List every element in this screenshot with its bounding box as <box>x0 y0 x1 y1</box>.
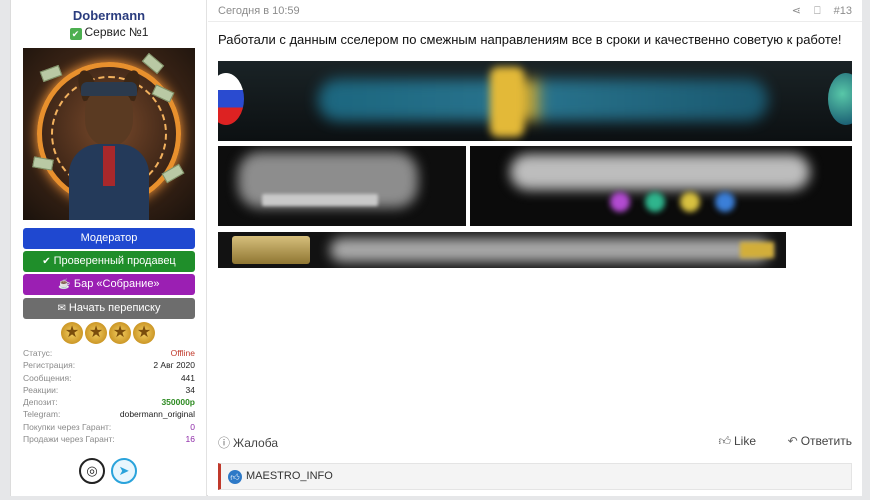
stat-key: Депозит: <box>23 397 58 408</box>
avatar-head <box>85 88 133 146</box>
social-links: ◎ ➤ <box>79 458 143 484</box>
check-icon: ✔ <box>42 256 51 267</box>
signature-banner[interactable] <box>218 146 466 226</box>
moderator-label: Модератор <box>80 232 138 244</box>
report-button[interactable]: ⓘ Жалоба <box>218 434 278 451</box>
user-title: ✔ Сервис №1 <box>11 25 207 40</box>
avatar[interactable] <box>23 48 195 220</box>
stat-key: Telegram: <box>23 409 61 420</box>
banner-blur <box>330 238 770 262</box>
thumbs-up-icon: 👍︎ <box>718 434 731 448</box>
avatar-bill <box>32 156 54 171</box>
stat-key: Статус: <box>23 348 53 358</box>
stat-value: 350000р <box>161 397 195 408</box>
stat-purchases: Покупки через Гарант: 0 <box>23 421 195 433</box>
stat-value: 441 <box>180 372 195 383</box>
banner-figure <box>490 67 524 137</box>
banner-plate <box>232 236 310 264</box>
checkmark-icon: ✔ <box>69 28 82 40</box>
user-title-text: Сервис №1 <box>84 25 149 39</box>
banner-dot <box>680 192 700 212</box>
bar-label: Бар «Собрание» <box>73 278 160 290</box>
bookmark-icon[interactable]: ⎕ <box>814 5 821 17</box>
user-panel: Dobermann ✔ Сервис №1 Модератор ✔ Проверен… <box>11 0 207 496</box>
banner-dot <box>645 192 665 212</box>
stat-key: Покупки через Гарант: <box>23 421 112 432</box>
fingerprint-icon[interactable]: ◎ <box>79 458 105 484</box>
like-reaction-icon: 👍︎ <box>228 470 242 484</box>
stat-value: 0 <box>190 421 195 432</box>
username-link[interactable]: Dobermann <box>11 8 207 23</box>
reaction-user[interactable]: MAESTRO_INFO <box>246 470 333 482</box>
reply-label: Ответить <box>800 434 852 448</box>
post-date[interactable]: Сегодня в 10:59 <box>218 5 300 17</box>
rating-stars: ★ ★ ★ ★ <box>61 322 161 344</box>
verified-label: Проверенный продавец <box>53 255 176 267</box>
reactions-bar: 👍︎ MAESTRO_INFO <box>218 463 852 490</box>
signature-banner[interactable] <box>470 146 852 226</box>
user-stats: Статус: Offline Регистрация: 2 Авг 2020 Со… <box>23 347 195 445</box>
stat-value: 34 <box>185 384 195 395</box>
stat-registration: Регистрация: 2 Авг 2020 <box>23 359 195 371</box>
globe-icon <box>828 73 852 125</box>
stat-key: Продажи через Гарант: <box>23 434 115 445</box>
envelope-icon: ✉ <box>57 303 66 314</box>
banner-dot <box>715 192 735 212</box>
moderator-badge[interactable]: Модератор <box>23 228 195 249</box>
start-conversation-button[interactable]: ✉ Начать переписку <box>23 298 195 319</box>
post-text: Работали с данным сселером по смежным на… <box>218 32 842 47</box>
warning-icon: ⓘ <box>218 436 231 450</box>
star-icon: ★ <box>61 322 83 344</box>
stat-value: Offline <box>170 348 195 358</box>
start-conversation-label: Начать переписку <box>68 302 161 314</box>
stat-reactions: Реакции: 34 <box>23 384 195 396</box>
reply-icon: ↶ <box>787 434 798 448</box>
stat-value: 16 <box>185 434 195 445</box>
stat-key: Регистрация: <box>23 360 76 371</box>
like-label: Like <box>733 434 756 448</box>
report-label: Жалоба <box>233 436 278 450</box>
post-body: Сегодня в 10:59 ⋖ ⎕ #13 Работали с данны… <box>208 0 862 496</box>
share-icon[interactable]: ⋖ <box>792 5 801 17</box>
stat-deposit: Депозит: 350000р <box>23 396 195 408</box>
banner-blur <box>510 154 810 190</box>
star-icon: ★ <box>85 322 107 344</box>
like-button[interactable]: 👍︎ Like <box>718 434 756 449</box>
stat-status: Статус: Offline <box>23 347 195 359</box>
stat-value: 2 Авг 2020 <box>153 360 195 371</box>
banner-gold <box>740 242 774 258</box>
avatar-bill <box>39 64 63 83</box>
stat-telegram: Telegram: dobermann_original <box>23 408 195 420</box>
reply-button[interactable]: ↶ Ответить <box>788 434 852 448</box>
star-icon: ★ <box>109 322 131 344</box>
star-icon: ★ <box>133 322 155 344</box>
stat-key: Сообщения: <box>23 372 72 383</box>
post-number[interactable]: #13 <box>834 5 852 17</box>
post-tools: ⋖ ⎕ #13 <box>782 4 852 18</box>
divider <box>208 21 862 22</box>
telegram-icon[interactable]: ➤ <box>111 458 137 484</box>
banner-blur <box>318 79 768 121</box>
banner-dot <box>610 192 630 212</box>
avatar-tie <box>103 146 115 186</box>
stat-sales: Продажи через Гарант: 16 <box>23 433 195 445</box>
russia-flag-icon <box>218 73 244 125</box>
stat-value: dobermann_original <box>119 409 195 420</box>
signature-banner[interactable] <box>218 61 852 141</box>
stat-key: Реакции: <box>23 384 59 395</box>
post-container: Dobermann ✔ Сервис №1 Модератор ✔ Проверен… <box>10 0 862 496</box>
avatar-cap <box>81 82 137 96</box>
stat-messages: Сообщения: 441 <box>23 372 195 384</box>
bar-badge[interactable]: ☕ Бар «Собрание» <box>23 274 195 295</box>
verified-seller-badge[interactable]: ✔ Проверенный продавец <box>23 251 195 272</box>
post-actions: ⓘ Жалоба 👍︎ Like ↶ Ответить <box>218 434 852 450</box>
cup-icon: ☕ <box>58 279 71 290</box>
signature-banner[interactable] <box>218 232 786 268</box>
banner-tag <box>262 194 378 206</box>
